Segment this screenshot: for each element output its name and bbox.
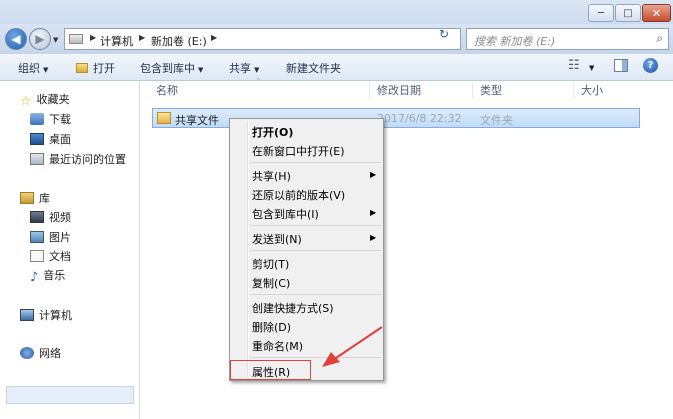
annotation-arrow-icon bbox=[322, 326, 383, 367]
